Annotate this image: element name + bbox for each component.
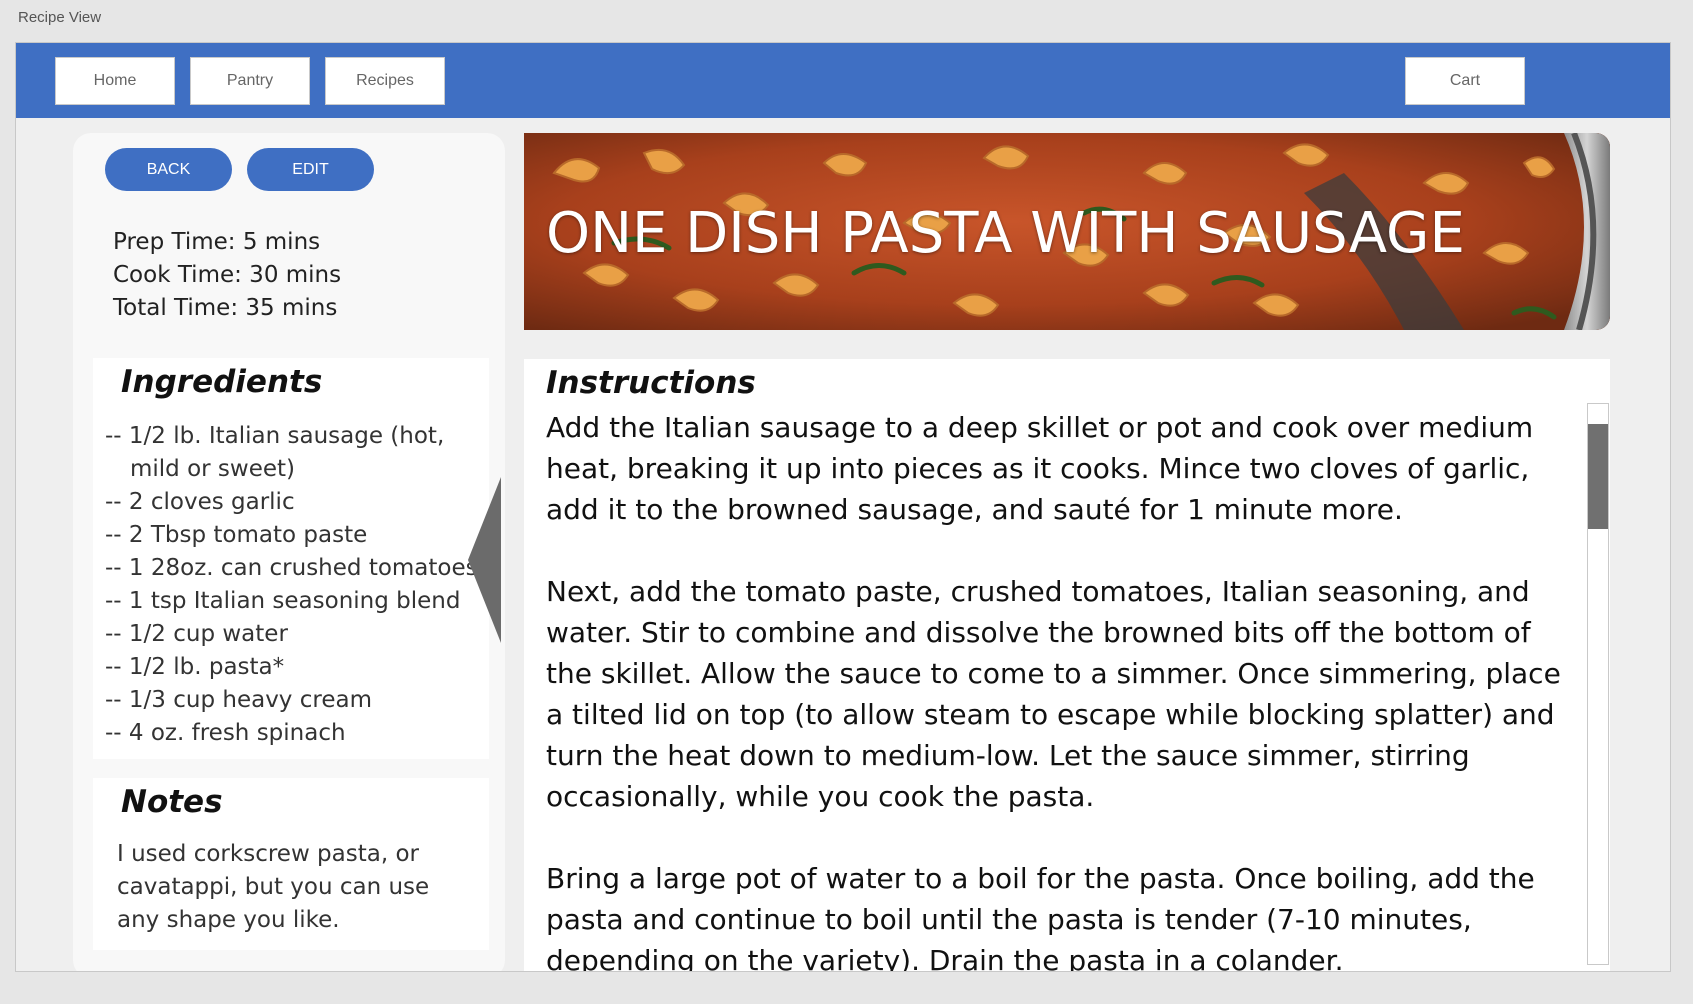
top-nav-bar: Home Pantry Recipes Cart [16, 43, 1670, 118]
window-title: Recipe View [18, 9, 102, 26]
prep-time: Prep Time: 5 mins [113, 229, 321, 255]
recipe-title: ONE DISH PASTA WITH SAUSAGE [546, 201, 1465, 266]
notes-card: Notes I used corkscrew pasta, or cavatap… [93, 778, 489, 950]
recipe-times: Prep Time: 5 mins Cook Time: 30 mins Tot… [113, 226, 341, 325]
instructions-panel: Instructions Add the Italian sausage to … [524, 359, 1610, 972]
instruction-paragraph: Add the Italian sausage to a deep skille… [546, 411, 1534, 526]
nav-cart-button[interactable]: Cart [1405, 57, 1525, 105]
instructions-scrollbar[interactable] [1587, 403, 1609, 965]
ingredient-item: -- 1/3 cup heavy cream [105, 687, 372, 713]
back-button[interactable]: BACK [105, 148, 232, 191]
ingredient-item: -- 1 tsp Italian seasoning blend [105, 588, 461, 614]
cook-time: Cook Time: 30 mins [113, 262, 342, 288]
scrollbar-thumb[interactable] [1588, 424, 1608, 529]
recipe-sidebar: BACK EDIT Prep Time: 5 mins Cook Time: 3… [73, 133, 505, 971]
collapse-panel-arrow-icon[interactable] [468, 477, 501, 643]
ingredients-card: Ingredients -- 1/2 lb. Italian sausage (… [93, 358, 489, 759]
ingredient-item: -- 2 cloves garlic [105, 489, 295, 515]
instruction-paragraph: Next, add the tomato paste, crushed toma… [546, 575, 1561, 813]
nav-home-button[interactable]: Home [55, 57, 175, 105]
ingredient-item: -- 1 28oz. can crushed tomatoes [105, 555, 478, 581]
edit-button[interactable]: EDIT [247, 148, 374, 191]
instructions-body: Add the Italian sausage to a deep skille… [546, 407, 1581, 972]
app-frame: Home Pantry Recipes Cart BACK EDIT Prep … [15, 42, 1671, 972]
ingredient-item: -- 2 Tbsp tomato paste [105, 522, 368, 548]
total-time: Total Time: 35 mins [113, 295, 338, 321]
nav-recipes-button[interactable]: Recipes [325, 57, 445, 105]
notes-title: Notes [121, 784, 223, 820]
ingredients-list: -- 1/2 lb. Italian sausage (hot, mild or… [105, 420, 485, 750]
notes-text: I used corkscrew pasta, or cavatappi, bu… [117, 841, 430, 933]
ingredient-item: -- 1/2 lb. pasta* [105, 654, 285, 680]
instructions-title: Instructions [546, 365, 756, 401]
ingredient-item: -- 1/2 cup water [105, 621, 288, 647]
instruction-paragraph: Bring a large pot of water to a boil for… [546, 862, 1535, 972]
ingredient-item: -- 1/2 lb. Italian sausage (hot, mild or… [105, 423, 445, 482]
ingredient-item: -- 4 oz. fresh spinach [105, 720, 346, 746]
nav-pantry-button[interactable]: Pantry [190, 57, 310, 105]
recipe-hero-image: ONE DISH PASTA WITH SAUSAGE [524, 133, 1610, 330]
ingredients-title: Ingredients [121, 364, 323, 400]
